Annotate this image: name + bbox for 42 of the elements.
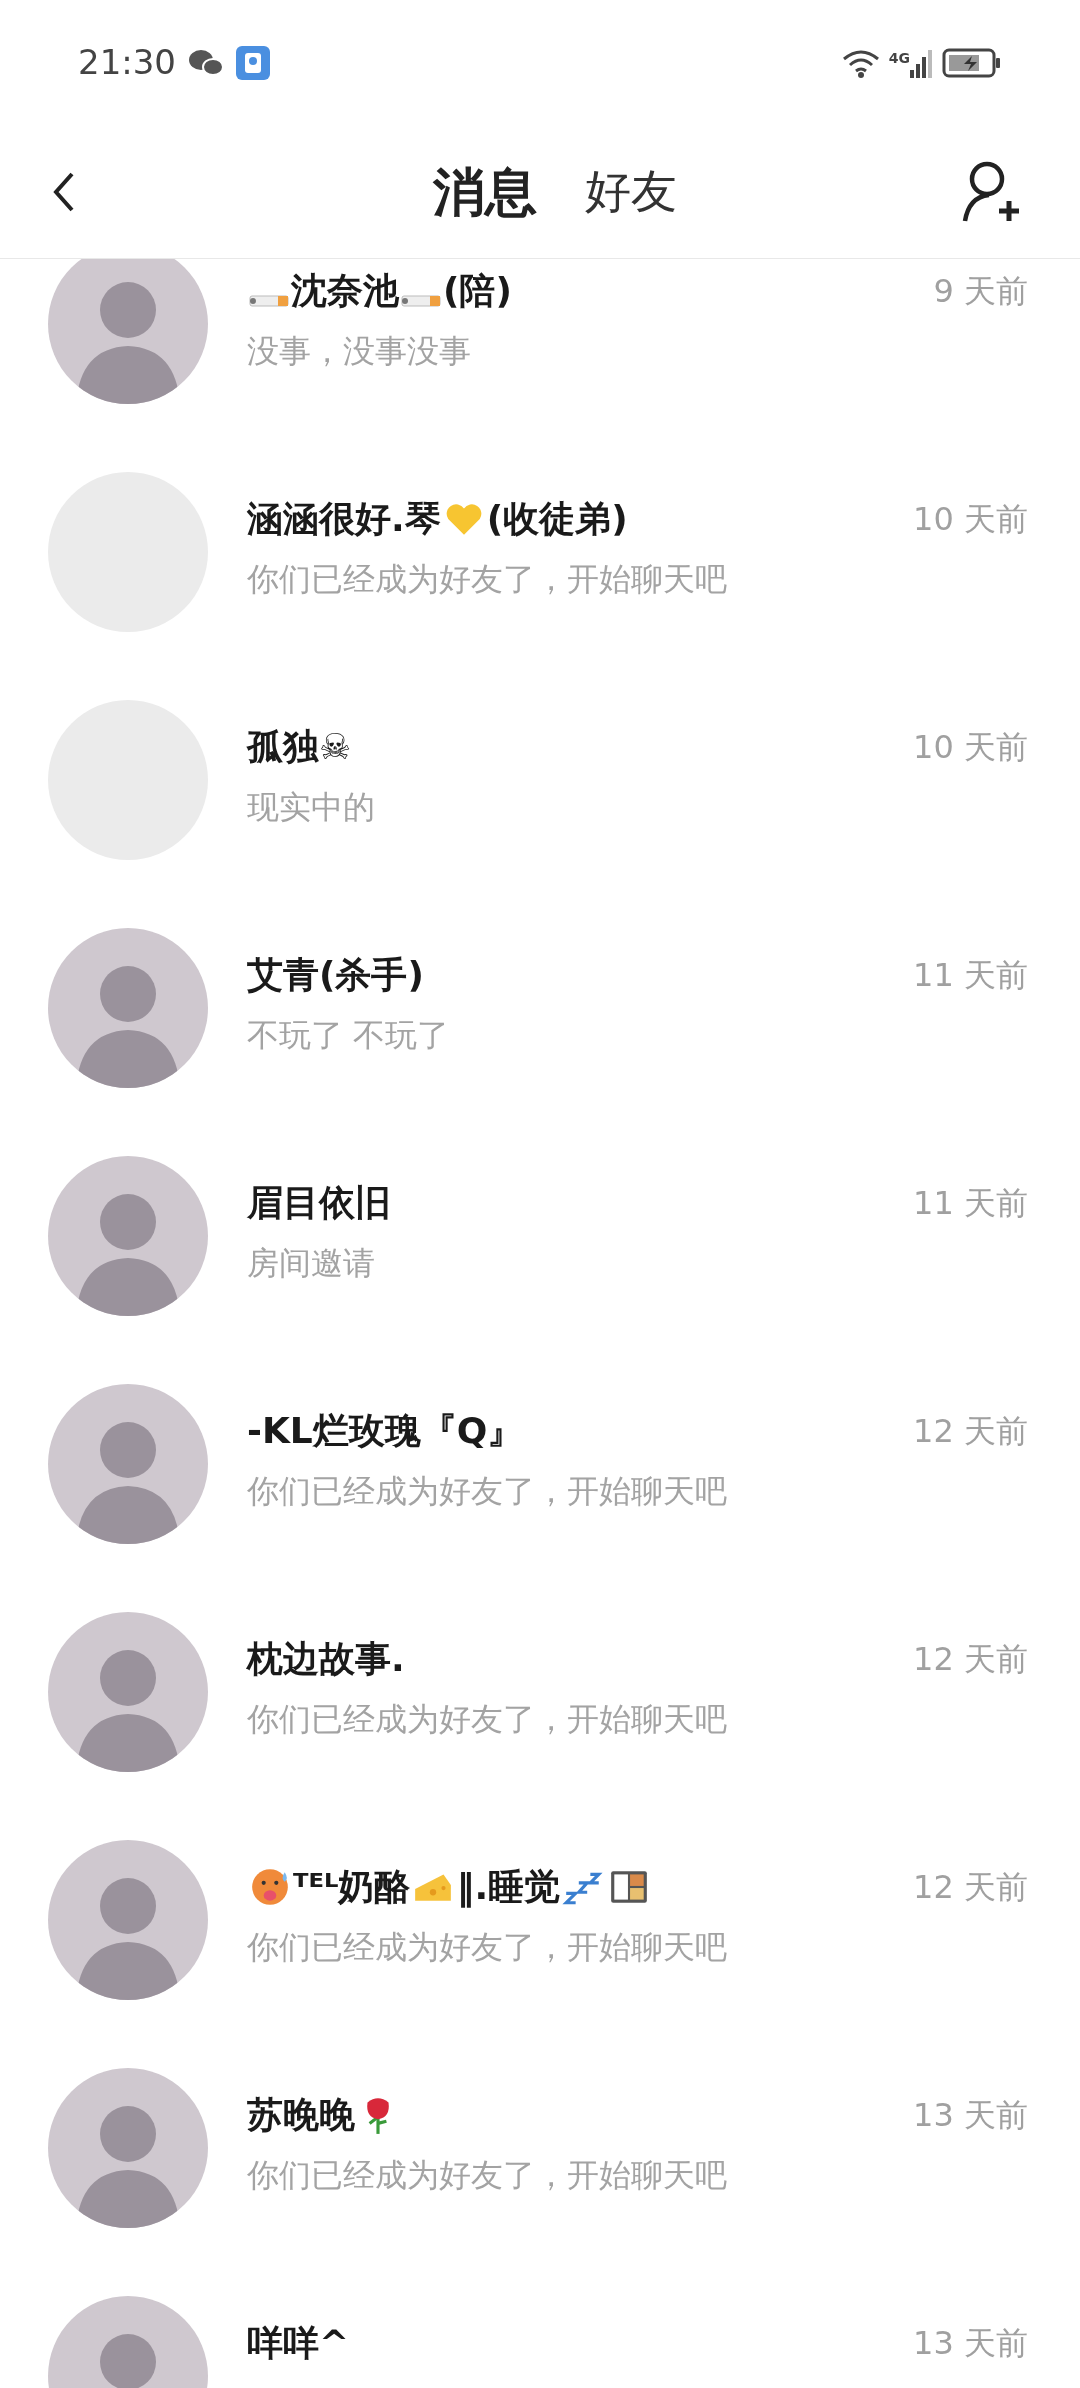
- message-preview: 你们已经成为好友了，开始聊天吧: [247, 1699, 728, 1740]
- app-notification-icon: [236, 45, 270, 80]
- message-time: 12 天前: [913, 1639, 1028, 1680]
- contact-name: 艾青(杀手): [247, 953, 424, 997]
- contact-name: 沈奈池: [291, 269, 399, 313]
- contact-name: 孤独☠: [247, 725, 352, 769]
- message-time: 13 天前: [913, 2095, 1028, 2136]
- contact-name: ᵀᴱᴸ奶酪: [293, 1865, 411, 1909]
- battery-charging-icon: [942, 46, 1002, 79]
- contact-name: (收徒弟): [486, 497, 628, 541]
- message-time: 11 天前: [913, 1183, 1028, 1224]
- tab[interactable]: 消息: [433, 152, 537, 231]
- message-preview: 不玩了 不玩了: [247, 1015, 451, 1056]
- message-preview: 没事，没事没事: [247, 331, 472, 372]
- contact-name: 苏晚晚: [247, 2093, 355, 2137]
- sweating-face-icon: [249, 1866, 291, 1908]
- message-preview: 你们已经成为好友了，开始聊天吧: [247, 559, 728, 600]
- message-time: 12 天前: [913, 1867, 1028, 1908]
- contact-name: 涵涵很好.琴: [247, 497, 441, 541]
- message-time: 13 天前: [913, 2323, 1028, 2364]
- message-preview: 你们已经成为好友了，开始聊天吧: [247, 1927, 728, 1968]
- network-type: 4G: [888, 48, 910, 68]
- message-preview: 你们已经成为好友了，开始聊天吧: [247, 1471, 728, 1512]
- message-preview: 你们已经成为好友了，开始聊天吧: [247, 2155, 728, 2196]
- contact-name: -KL烂玫瑰『Q』: [247, 1409, 524, 1453]
- contact-name: 枕边故事.: [247, 1637, 405, 1681]
- contact-name: (陪): [443, 269, 512, 313]
- message-time: 12 天前: [913, 1411, 1028, 1452]
- message-preview: 房间邀请: [247, 1243, 376, 1284]
- cigarette-icon: [249, 295, 289, 307]
- contact-name: 咩咩^: [247, 2321, 350, 2365]
- contact-name: ‖.睡觉: [456, 1865, 561, 1910]
- message-time: 10 天前: [913, 727, 1028, 768]
- message-preview: 现实中的: [247, 787, 376, 828]
- clock-time: 21:30: [78, 41, 176, 84]
- cigarette-icon: [401, 295, 441, 307]
- signal-icon: [910, 47, 934, 78]
- tab[interactable]: 好友: [585, 157, 677, 226]
- message-time: 10 天前: [913, 499, 1028, 540]
- message-time: 11 天前: [913, 955, 1028, 996]
- message-time: 9 天前: [933, 271, 1028, 312]
- contact-name: 眉目依旧: [247, 1181, 391, 1225]
